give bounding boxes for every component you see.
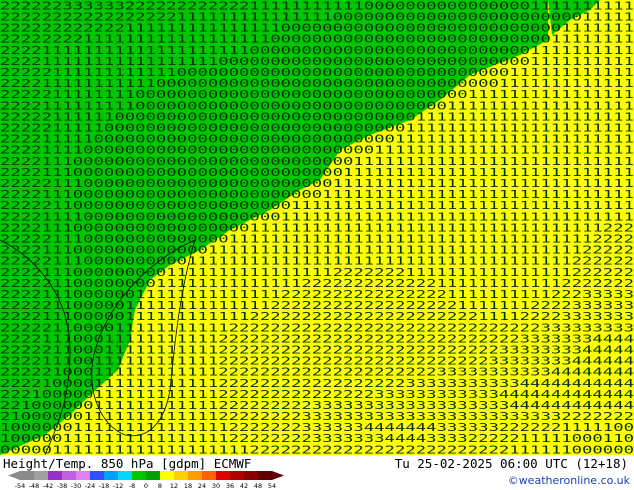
legend-label: -12: [113, 482, 124, 490]
legend-swatch: [62, 471, 76, 480]
legend-swatch: [48, 471, 62, 480]
legend-label: 30: [212, 482, 220, 490]
legend-swatch: [188, 471, 202, 480]
legend-label: -48: [29, 482, 40, 490]
legend-swatch: [76, 471, 90, 480]
legend-swatch: [230, 471, 244, 480]
legend-arrow-right: [272, 471, 284, 480]
legend-label: -18: [99, 482, 110, 490]
legend-label: -54: [15, 482, 26, 490]
legend-swatch: [258, 471, 272, 480]
legend-swatch: [146, 471, 160, 480]
legend-swatch: [20, 471, 34, 480]
legend-label: -42: [43, 482, 54, 490]
legend-label: 54: [268, 482, 276, 490]
color-legend: -54 -48 -42 -38 -30 -24 -18 -12 -8 0 8 12 18 24 30 36 42…: [8, 471, 284, 490]
legend-label: -8: [129, 482, 135, 490]
legend-label: -38: [57, 482, 68, 490]
legend-swatch: [104, 471, 118, 480]
legend-label: -24: [85, 482, 96, 490]
legend-label: 18: [184, 482, 192, 490]
legend-swatch: [132, 471, 146, 480]
digit-grid: 2222223333332222222222221111111111100000…: [0, 0, 634, 455]
valid-time: Tu 25-02-2025 06:00 UTC (12+18): [394, 456, 628, 471]
legend-label: 8: [158, 482, 162, 490]
legend-label: 12: [170, 482, 178, 490]
weather-map: 2222223333332222222222221111111111100000…: [0, 0, 634, 455]
legend-label: -30: [71, 482, 82, 490]
legend-label: 42: [240, 482, 248, 490]
legend-swatch: [160, 471, 174, 480]
legend-swatch: [244, 471, 258, 480]
legend-label: 36: [226, 482, 234, 490]
legend-arrow-left: [8, 471, 20, 480]
legend-swatch: [202, 471, 216, 480]
legend-swatch: [90, 471, 104, 480]
legend-swatch: [34, 471, 48, 480]
digit-row: 0000011111111111111111112222222222222222…: [0, 444, 634, 455]
legend-label: 0: [144, 482, 148, 490]
legend-swatch: [174, 471, 188, 480]
map-title: Height/Temp. 850 hPa [gdpm] ECMWF: [3, 456, 252, 471]
footer: Height/Temp. 850 hPa [gdpm] ECMWF Tu 25-…: [0, 455, 634, 490]
legend-label: 48: [254, 482, 262, 490]
legend-swatch: [118, 471, 132, 480]
legend-label: 24: [198, 482, 206, 490]
legend-swatch: [216, 471, 230, 480]
credit-link[interactable]: ©weatheronline.co.uk: [508, 474, 630, 487]
